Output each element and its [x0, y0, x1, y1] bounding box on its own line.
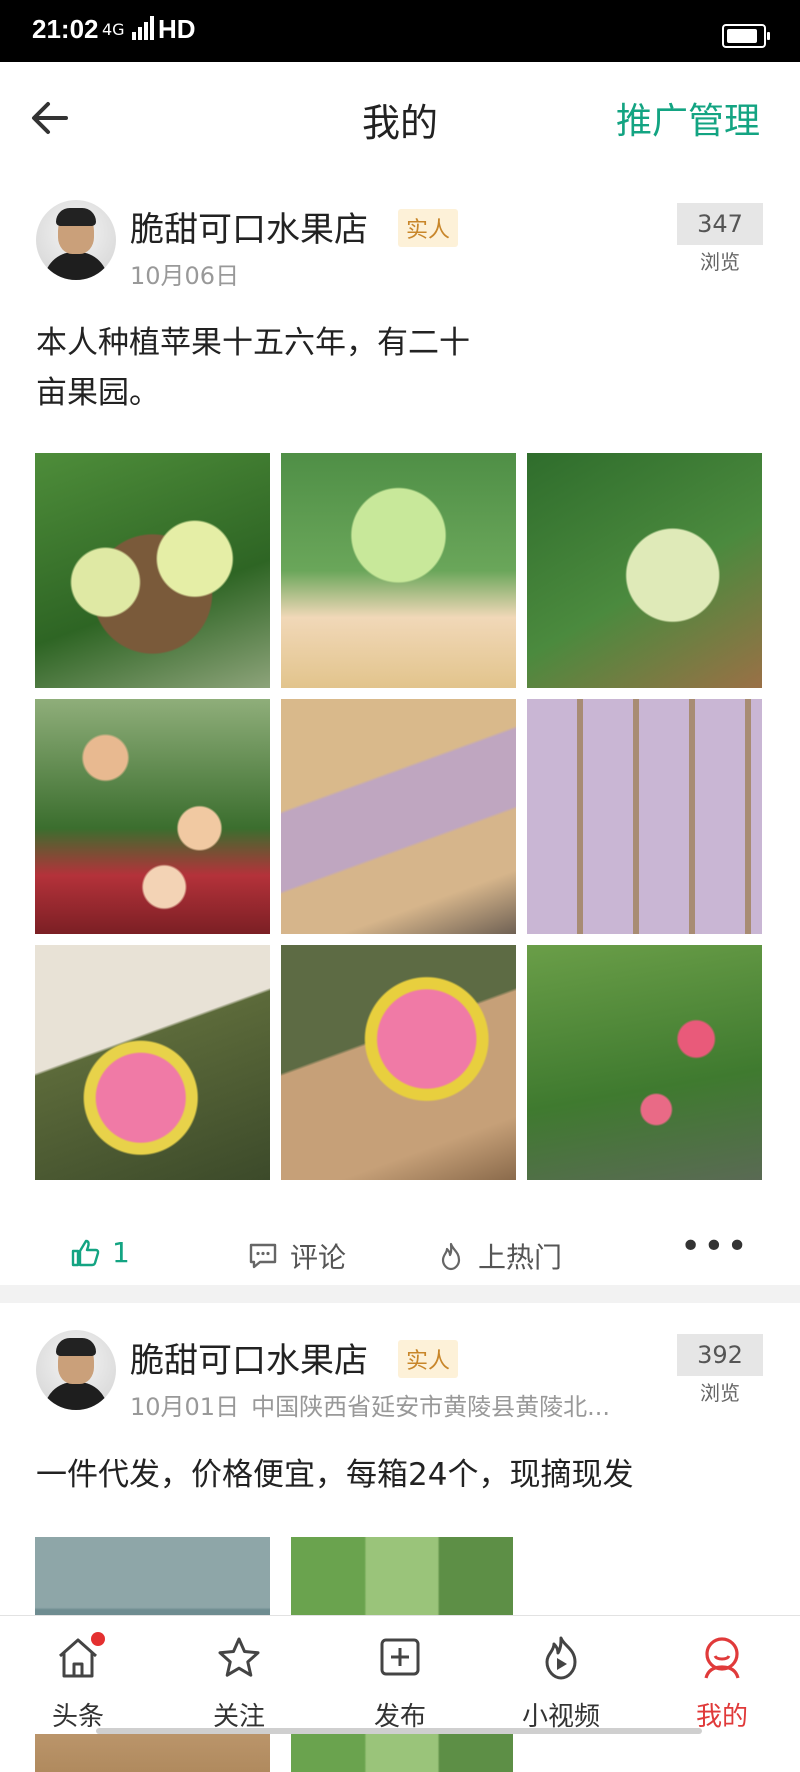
signal-icon	[132, 16, 154, 40]
comment-icon	[249, 1243, 277, 1269]
photo-thumbnail[interactable]	[35, 945, 270, 1180]
like-button[interactable]: 1	[70, 1236, 130, 1269]
verified-badge: 实人	[398, 209, 459, 247]
post-username[interactable]: 脆甜可口水果店	[130, 1333, 368, 1382]
status-time: 21:02	[32, 14, 99, 44]
battery-icon	[722, 24, 770, 48]
photo-thumbnail[interactable]	[281, 699, 516, 934]
home-indicator	[96, 1728, 702, 1734]
page-header: 我的 推广管理	[0, 62, 800, 172]
view-count: 392	[677, 1334, 763, 1376]
avatar[interactable]	[36, 200, 116, 280]
post-text-line: 本人种植苹果十五六年，有二十	[36, 325, 470, 361]
photo-thumbnail[interactable]	[527, 699, 762, 934]
photo-grid	[35, 453, 763, 1181]
thumbs-up-icon	[71, 1239, 100, 1266]
flame-play-icon	[545, 1636, 577, 1680]
post-text-line: 亩果园。	[36, 375, 160, 411]
view-count: 347	[677, 203, 763, 245]
tab-mine[interactable]: 我的	[667, 1634, 777, 1733]
post-username[interactable]: 脆甜可口水果店	[130, 202, 368, 251]
post-text: 本人种植苹果十五六年，有二十 亩果园。	[36, 318, 470, 418]
post-text: 一件代发，价格便宜，每箱24个，现摘现发	[36, 1450, 633, 1500]
promotion-manage-button[interactable]: 推广管理	[616, 92, 760, 144]
post-date: 10月06日	[130, 256, 239, 291]
boost-label: 上热门	[478, 1241, 563, 1274]
view-label: 浏览	[677, 245, 763, 279]
comment-label: 评论	[290, 1241, 347, 1274]
avatar[interactable]	[36, 1330, 116, 1410]
view-count-box: 392 浏览	[677, 1334, 763, 1410]
photo-thumbnail[interactable]	[281, 945, 516, 1180]
plus-square-icon	[380, 1638, 420, 1676]
tab-publish[interactable]: 发布	[345, 1634, 455, 1733]
post-meta: 10月01日 中国陕西省延安市黄陵县黄陵北...	[130, 1387, 610, 1422]
photo-thumbnail[interactable]	[35, 699, 270, 934]
tab-headlines[interactable]: 头条	[23, 1632, 133, 1733]
post-divider	[0, 1285, 800, 1303]
photo-thumbnail[interactable]	[527, 945, 762, 1180]
post-card: 脆甜可口水果店 实人 10月06日 347 浏览 本人种植苹果十五六年，有二十 …	[0, 172, 800, 1282]
hd-label: HD	[158, 14, 196, 44]
bottom-tab-bar: 头条 关注 发布 小视频 我的	[0, 1615, 800, 1734]
network-label: 4G	[102, 20, 125, 39]
photo-thumbnail[interactable]	[527, 453, 762, 688]
post-date-text: 10月01日	[130, 1393, 240, 1421]
user-icon	[704, 1637, 740, 1679]
view-label: 浏览	[677, 1376, 763, 1410]
post-card: 脆甜可口水果店 实人 10月01日 中国陕西省延安市黄陵县黄陵北... 392 浏…	[0, 1303, 800, 1772]
flame-icon	[441, 1242, 461, 1271]
tab-follow[interactable]: 关注	[184, 1634, 294, 1733]
photo-thumbnail[interactable]	[281, 453, 516, 688]
tab-short-video[interactable]: 小视频	[506, 1634, 616, 1733]
star-icon	[218, 1637, 260, 1677]
photo-grid	[35, 1537, 763, 1772]
comment-button[interactable]: 评论	[248, 1236, 346, 1276]
post-actions: 1 评论 上热门 •••	[0, 1222, 800, 1292]
notification-dot	[91, 1632, 105, 1646]
photo-thumbnail[interactable]	[35, 453, 270, 688]
more-button[interactable]: •••	[680, 1226, 750, 1267]
status-bar: 21:02 4G HD	[0, 0, 800, 62]
view-count-box: 347 浏览	[677, 203, 763, 279]
post-date-text: 10月06日	[130, 262, 240, 290]
boost-button[interactable]: 上热门	[436, 1236, 562, 1276]
verified-badge: 实人	[398, 1340, 459, 1378]
like-count: 1	[112, 1236, 130, 1269]
post-text-line: 一件代发，价格便宜，每箱24个，现摘现发	[36, 1457, 634, 1493]
post-location[interactable]: 中国陕西省延安市黄陵县黄陵北...	[251, 1393, 610, 1421]
